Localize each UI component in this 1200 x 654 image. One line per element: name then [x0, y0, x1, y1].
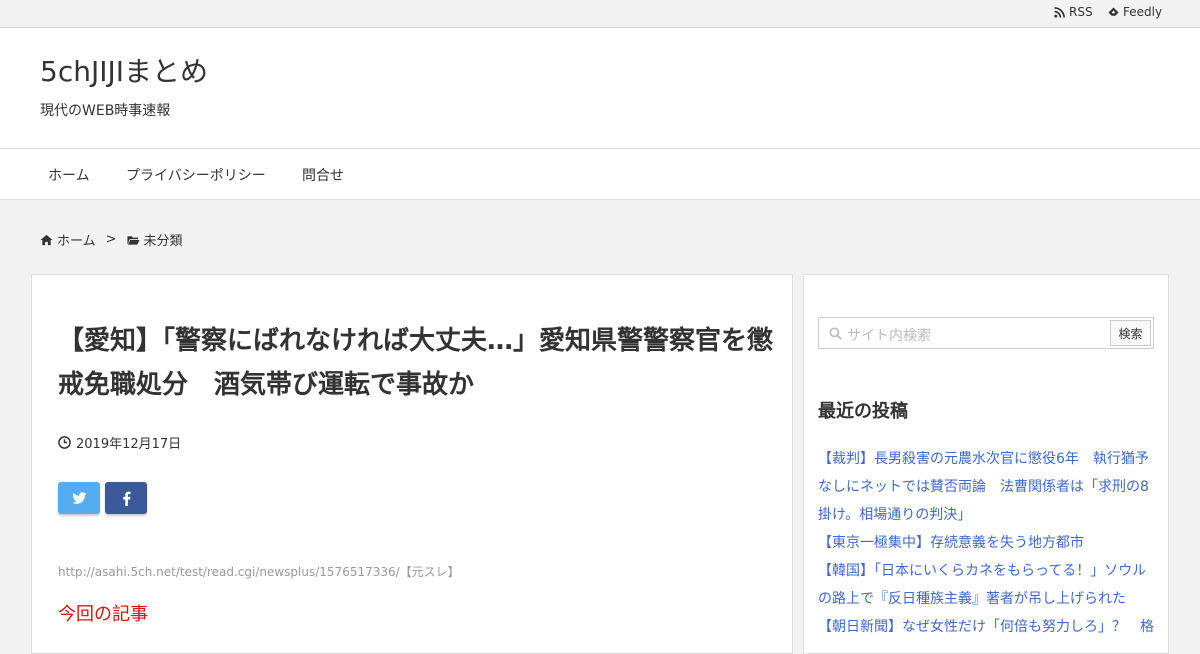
search-button[interactable]: 検索 [1110, 320, 1151, 346]
breadcrumb-home[interactable]: ホーム [57, 230, 96, 249]
recent-post-link[interactable]: 【東京一極集中】存続意義を失う地方都市 [818, 529, 1158, 557]
breadcrumb-category[interactable]: 未分類 [144, 230, 183, 249]
rss-link[interactable]: RSS [1054, 5, 1093, 19]
recent-posts-list: 【裁判】長男殺害の元農水次官に懲役6年 執行猶予なしにネットでは賛否両論 法曹関… [818, 445, 1158, 641]
recent-post-link[interactable]: 【韓国】「日本にいくらカネをもらってる！」ソウルの路上で『反日種族主義』著者が吊… [818, 557, 1158, 613]
sidebar: サイト内検索 検索 最近の投稿 【裁判】長男殺害の元農水次官に懲役6年 執行猶予… [803, 274, 1169, 654]
post-title: 【愛知】「警察にばれなければ大丈夫…」愛知県警警察官を懲戒免職処分 酒気帯び運転… [58, 326, 774, 400]
rss-icon [1054, 6, 1065, 18]
nav-item-home[interactable]: ホーム [48, 165, 90, 185]
nav-item-contact[interactable]: 問合せ [302, 165, 344, 185]
twitter-share-button[interactable] [58, 482, 100, 514]
twitter-icon [71, 491, 87, 504]
clock-icon [58, 436, 71, 449]
facebook-icon [122, 491, 131, 506]
site-header: 5chJIJIまとめ 現代のWEB時事速報 [0, 28, 1200, 148]
recent-post-link[interactable]: 【朝日新聞】なぜ女性だけ「何倍も努力しろ」？ 格 [818, 613, 1158, 641]
nav-item-privacy-policy[interactable]: プライバシーポリシー [126, 165, 266, 185]
breadcrumb-separator: > [105, 232, 117, 247]
folder-open-icon [126, 235, 140, 245]
feedly-icon [1108, 6, 1119, 16]
home-icon [40, 234, 53, 245]
search-icon [829, 327, 842, 340]
recent-post-link[interactable]: 【裁判】長男殺害の元農水次官に懲役6年 執行猶予なしにネットでは賛否両論 法曹関… [818, 445, 1158, 529]
source-thread-link[interactable]: http://asahi.5ch.net/test/read.cgi/newsp… [58, 563, 460, 580]
breadcrumb: ホーム > 未分類 [40, 230, 183, 249]
feedly-link[interactable]: Feedly [1108, 5, 1162, 19]
site-title[interactable]: 5chJIJIまとめ [40, 50, 208, 90]
recent-posts-title: 最近の投稿 [818, 401, 908, 422]
rss-label: RSS [1069, 5, 1093, 19]
search-form: サイト内検索 検索 [818, 317, 1154, 349]
post-date: 2019年12月17日 [58, 433, 181, 452]
article-heading: 今回の記事 [58, 604, 148, 625]
search-input[interactable]: サイト内検索 [847, 325, 931, 345]
site-description: 現代のWEB時事速報 [40, 103, 171, 119]
feedly-label: Feedly [1123, 5, 1163, 19]
post-date-text: 2019年12月17日 [76, 437, 182, 452]
top-bar: RSS Feedly [0, 0, 1200, 28]
facebook-share-button[interactable] [105, 482, 147, 514]
main-content: 【愛知】「警察にばれなければ大丈夫…」愛知県警警察官を懲戒免職処分 酒気帯び運転… [31, 274, 793, 654]
global-nav: ホーム プライバシーポリシー 問合せ [0, 148, 1200, 200]
